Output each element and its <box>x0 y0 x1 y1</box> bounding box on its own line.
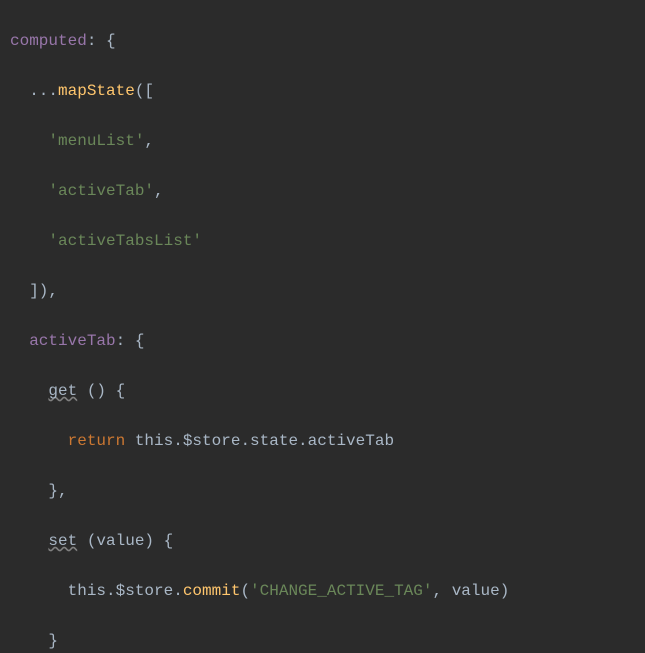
token-return: return <box>68 432 126 450</box>
indent <box>10 532 48 550</box>
code-line: 'menuList', <box>10 129 645 154</box>
code-line: set (value) { <box>10 529 645 554</box>
token-punct: , value) <box>432 582 509 600</box>
token-punct: } <box>10 632 58 650</box>
code-editor[interactable]: computed: { ...mapState([ 'menuList', 'a… <box>0 0 645 653</box>
token-punct: () { <box>77 382 125 400</box>
code-line: ...mapState([ <box>10 79 645 104</box>
token-punct: }, <box>10 482 68 500</box>
token-string: 'activeTab' <box>48 182 154 200</box>
code-line: get () { <box>10 379 645 404</box>
token-string: 'CHANGE_ACTIVE_TAG' <box>250 582 432 600</box>
token-punct: ( <box>240 582 250 600</box>
indent <box>10 432 68 450</box>
code-line: this.$store.commit('CHANGE_ACTIVE_TAG', … <box>10 579 645 604</box>
token-get: get <box>48 382 77 400</box>
token-string: 'activeTabsList' <box>48 232 202 250</box>
code-line: }, <box>10 479 645 504</box>
token-punct: ]), <box>10 282 58 300</box>
token-punct: (value) { <box>77 532 173 550</box>
indent <box>10 382 48 400</box>
token-property: activeTab <box>29 332 115 350</box>
token-fn: commit <box>183 582 241 600</box>
token-string: 'menuList' <box>48 132 144 150</box>
indent <box>10 332 29 350</box>
token-code: this.$store. <box>10 582 183 600</box>
token-code: this.$store.state.activeTab <box>125 432 394 450</box>
token-punct: ([ <box>135 82 154 100</box>
token-property: computed <box>10 32 87 50</box>
token-fn: mapState <box>58 82 135 100</box>
code-line: return this.$store.state.activeTab <box>10 429 645 454</box>
code-line: activeTab: { <box>10 329 645 354</box>
token-punct: , <box>144 132 154 150</box>
token-punct: : { <box>87 32 116 50</box>
indent <box>10 182 48 200</box>
code-line: ]), <box>10 279 645 304</box>
code-line: computed: { <box>10 29 645 54</box>
token-set: set <box>48 532 77 550</box>
indent <box>10 232 48 250</box>
token-punct: : { <box>116 332 145 350</box>
token-punct: ... <box>10 82 58 100</box>
code-line: 'activeTabsList' <box>10 229 645 254</box>
code-line: } <box>10 629 645 653</box>
indent <box>10 132 48 150</box>
token-punct: , <box>154 182 164 200</box>
code-line: 'activeTab', <box>10 179 645 204</box>
